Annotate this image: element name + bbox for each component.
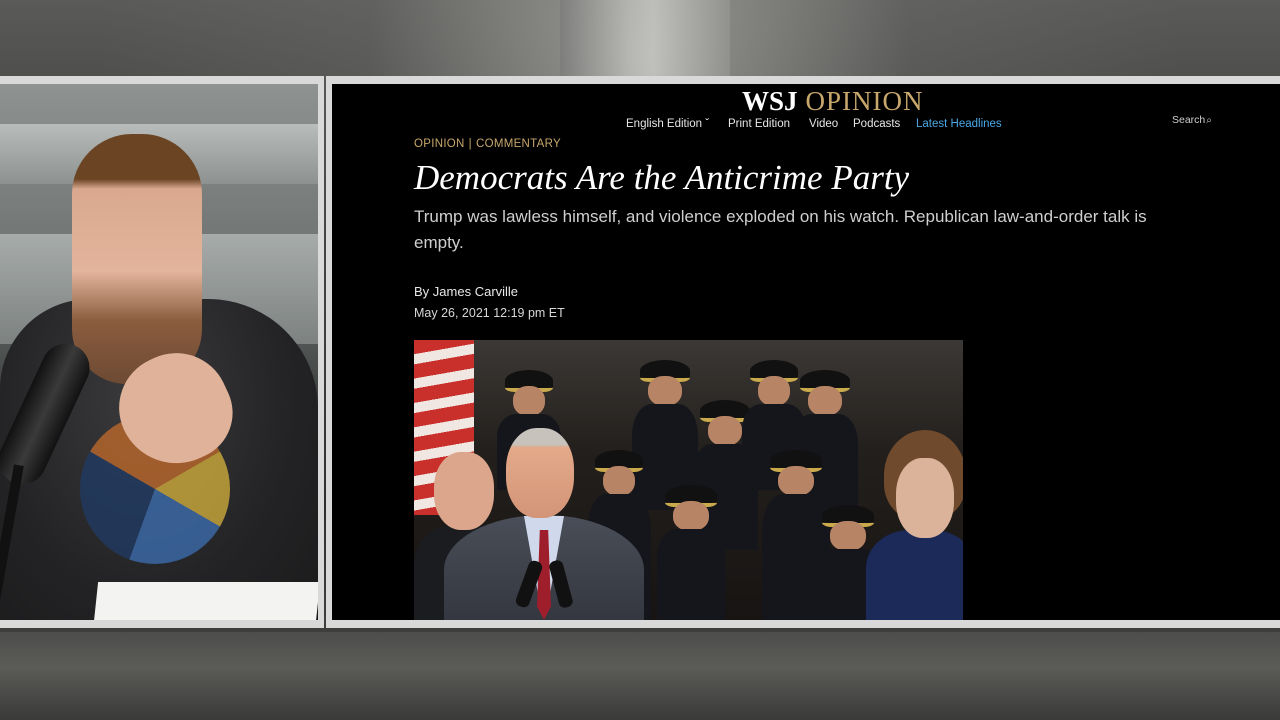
- host-video-frame: [0, 76, 324, 628]
- paper-sheet: [93, 582, 318, 620]
- speaker-face: [506, 428, 574, 518]
- background-floor: [0, 632, 1280, 720]
- wsj-logo-text: WSJ: [742, 86, 798, 116]
- kicker-subsection[interactable]: COMMENTARY: [476, 138, 561, 150]
- article-kicker: OPINION | COMMENTARY: [414, 138, 561, 150]
- wsj-opinion-logo[interactable]: WSJ OPINION: [742, 86, 924, 116]
- woman-coat: [866, 530, 963, 620]
- police-officer: [762, 450, 830, 620]
- article-byline: By James Carville: [414, 284, 518, 299]
- search-button[interactable]: Search: [1172, 114, 1212, 126]
- article-dek: Trump was lawless himself, and violence …: [414, 207, 1147, 252]
- nav-video[interactable]: Video: [809, 118, 838, 130]
- kicker-separator: |: [468, 138, 472, 150]
- nav-print-edition[interactable]: Print Edition: [728, 118, 790, 130]
- police-officer: [657, 485, 725, 620]
- author-link[interactable]: James Carville: [433, 284, 518, 299]
- article-headline: Democrats Are the Anticrime Party: [414, 158, 910, 197]
- article-photo: [414, 340, 963, 620]
- opinion-logo-text: OPINION: [805, 86, 924, 116]
- nav-podcasts[interactable]: Podcasts: [853, 118, 900, 130]
- top-nav: English Edition ˇ Print Edition Video Po…: [332, 116, 1280, 134]
- kicker-section[interactable]: OPINION: [414, 138, 465, 150]
- standing-man-face: [434, 452, 494, 530]
- police-officer: [814, 505, 882, 620]
- host-video: [0, 84, 318, 620]
- article-page: WSJ OPINION English Edition ˇ Print Editi…: [332, 84, 1280, 620]
- byline-prefix: By: [414, 284, 430, 299]
- woman-face: [896, 458, 954, 538]
- nav-english-edition[interactable]: English Edition ˇ: [626, 118, 709, 130]
- article-date: May 26, 2021 12:19 pm ET: [414, 306, 565, 320]
- background-column: [560, 0, 730, 80]
- host-head: [72, 134, 202, 384]
- article-frame: WSJ OPINION English Edition ˇ Print Editi…: [326, 76, 1280, 628]
- nav-latest-headlines[interactable]: Latest Headlines: [916, 118, 1002, 130]
